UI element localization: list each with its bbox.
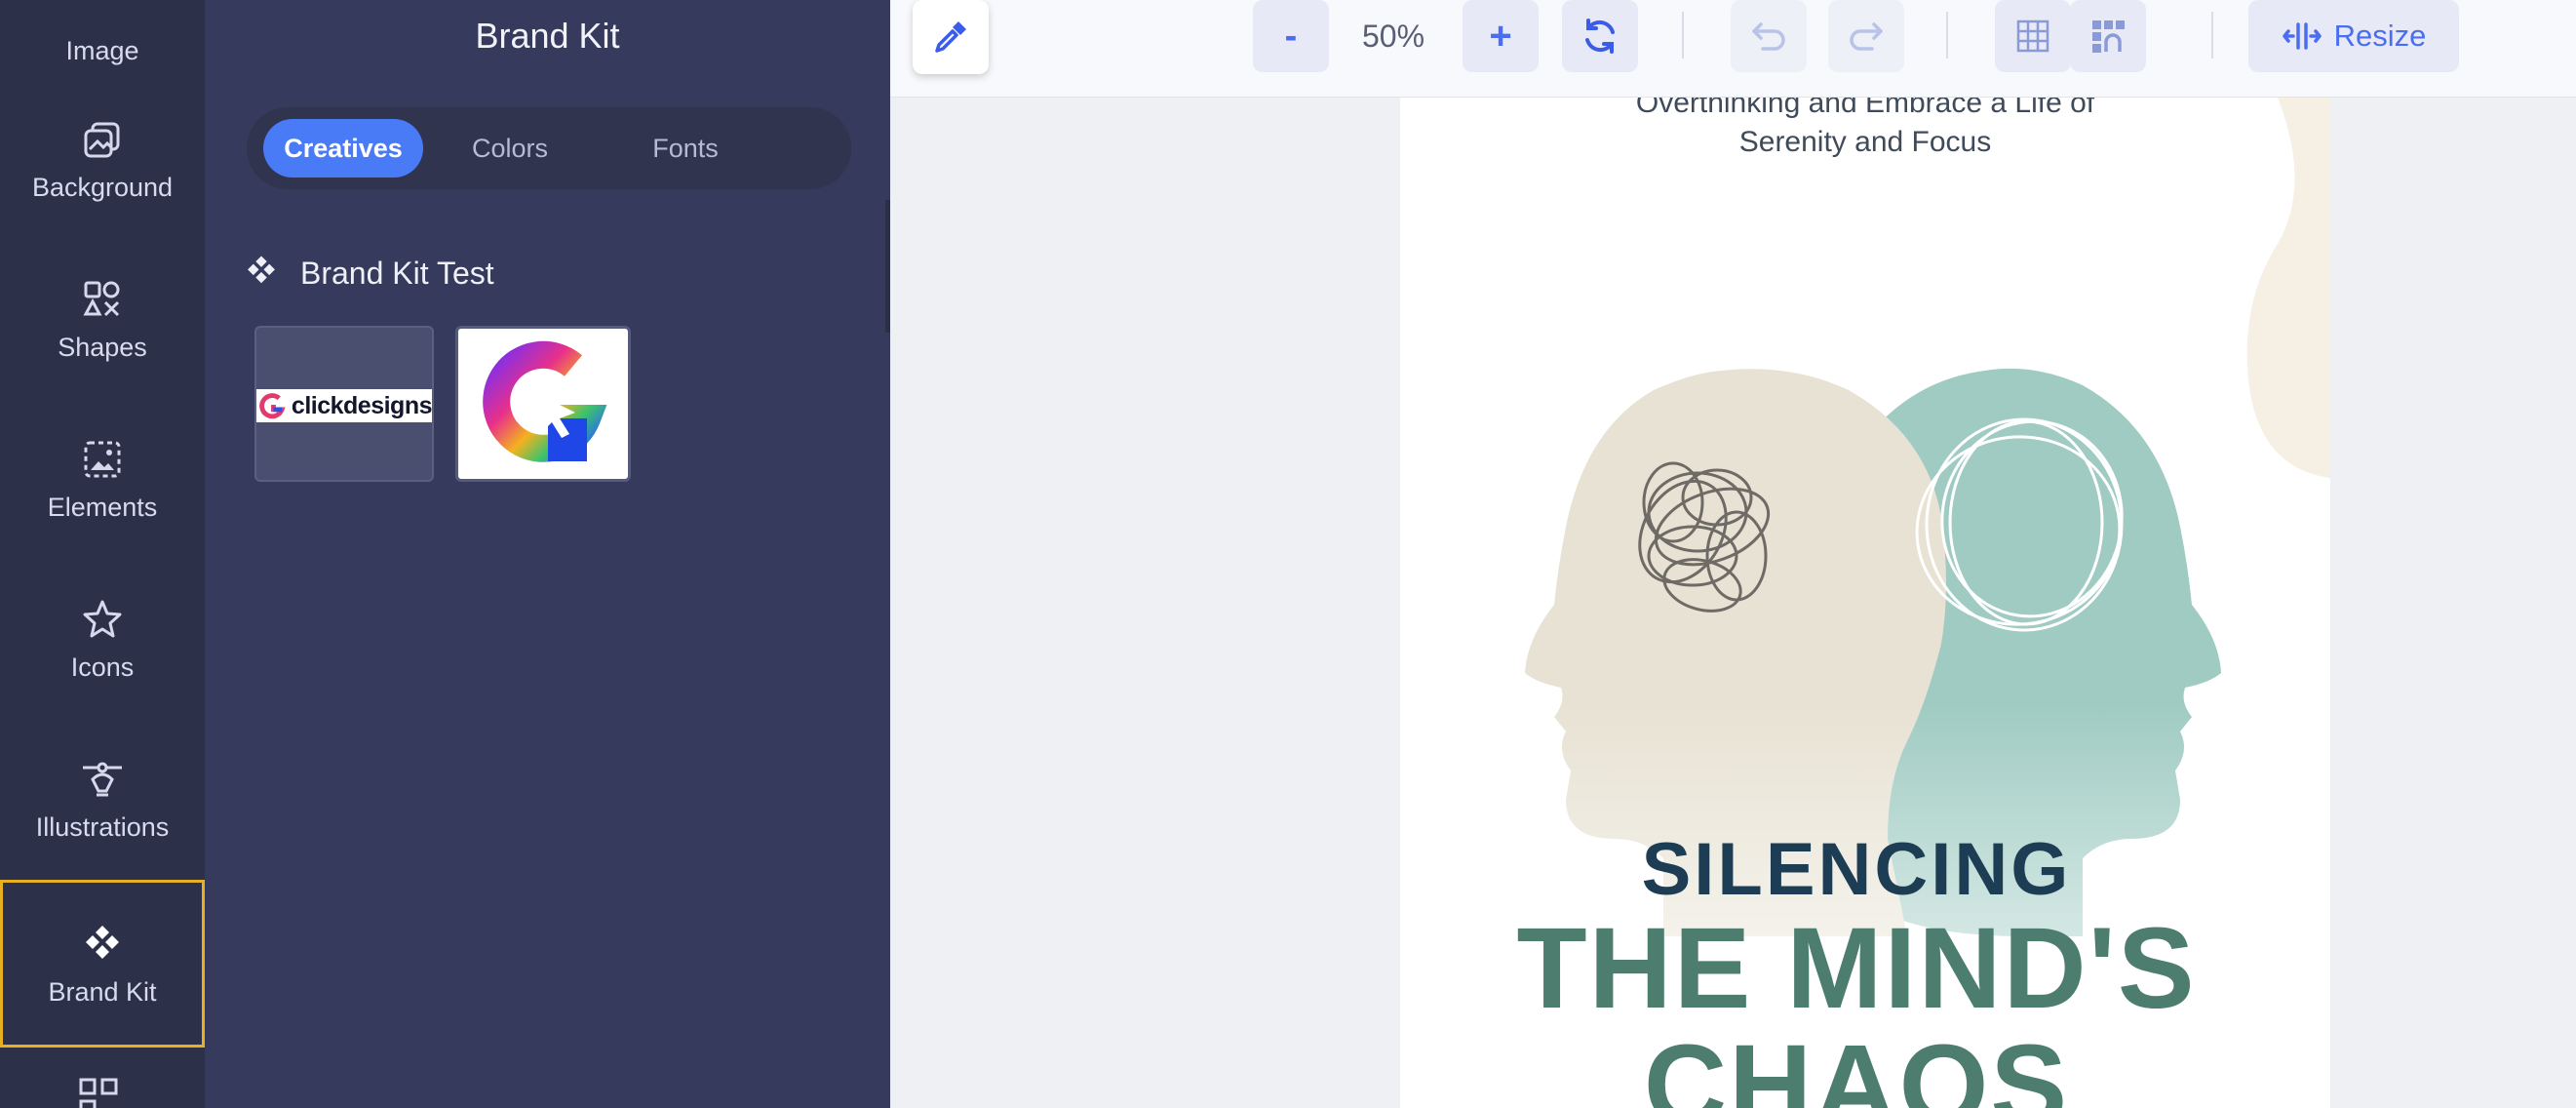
design-canvas[interactable]: Overthinking and Embrace a Life of Seren… bbox=[1400, 98, 2330, 1108]
poster-subtitle-line-2: Serenity and Focus bbox=[1738, 126, 1992, 158]
rail-item-label: Elements bbox=[47, 492, 158, 522]
grid-icon bbox=[2016, 20, 2049, 53]
star-icon bbox=[79, 596, 126, 643]
reset-zoom-button[interactable] bbox=[1562, 0, 1638, 72]
rail-item-brand-kit[interactable]: Brand Kit bbox=[0, 880, 205, 1048]
tab-bar: Creatives Colors Fonts bbox=[247, 107, 851, 189]
brand-wordmark: clickdesigns bbox=[291, 391, 432, 419]
clickdesigns-mark-icon bbox=[259, 393, 286, 419]
left-rail: Image Background Shapes Elements Icons I… bbox=[0, 0, 205, 1108]
canvas-toolbar: - 50% + Resize bbox=[890, 0, 2576, 98]
zoom-out-button[interactable]: - bbox=[1253, 0, 1329, 72]
magnet-grid-icon bbox=[2092, 20, 2125, 53]
brand-kit-panel: Brand Kit Creatives Colors Fonts Brand K… bbox=[205, 0, 926, 1108]
poster-subtitle: Overthinking and Embrace a Life of Seren… bbox=[1400, 98, 2330, 162]
rail-item-label: Background bbox=[31, 172, 174, 202]
elements-icon bbox=[79, 436, 126, 483]
rail-item-label: Icons bbox=[70, 652, 135, 682]
redo-button[interactable] bbox=[1828, 0, 1904, 72]
redo-icon bbox=[1850, 22, 1883, 51]
tab-fonts[interactable]: Fonts bbox=[617, 119, 754, 178]
qr-grid-icon[interactable] bbox=[78, 1077, 121, 1108]
canvas-area: Overthinking and Embrace a Life of Seren… bbox=[890, 0, 2576, 1108]
toolbar-divider bbox=[2211, 12, 2213, 59]
brand-asset-clickdesigns-logo[interactable]: clickdesigns bbox=[254, 326, 434, 482]
background-icon bbox=[79, 116, 126, 163]
snap-guides-button[interactable] bbox=[2070, 0, 2146, 72]
poster-title-line-3: CHAOS bbox=[1643, 1021, 2070, 1108]
rail-item-icons[interactable]: Icons bbox=[0, 558, 205, 720]
refresh-icon bbox=[1585, 19, 1615, 54]
color-picker-button[interactable] bbox=[913, 0, 989, 74]
brand-kit-section-header: Brand Kit Test bbox=[244, 254, 494, 293]
poster-title-line-2: THE MIND'S bbox=[1516, 904, 2197, 1033]
rail-item-elements[interactable]: Elements bbox=[0, 398, 205, 560]
undo-icon bbox=[1752, 22, 1785, 51]
undo-button[interactable] bbox=[1731, 0, 1807, 72]
rail-item-label: Image bbox=[65, 35, 139, 65]
poster-subtitle-line-1: Overthinking and Embrace a Life of bbox=[1635, 98, 2095, 119]
rail-item-illustrations[interactable]: Illustrations bbox=[0, 718, 205, 880]
panel-title: Brand Kit bbox=[475, 16, 620, 56]
shapes-icon bbox=[79, 276, 126, 323]
section-title: Brand Kit Test bbox=[300, 255, 494, 291]
eyedropper-icon bbox=[935, 21, 966, 53]
rail-item-label: Brand Kit bbox=[48, 976, 157, 1007]
zoom-out-label: - bbox=[1284, 15, 1298, 57]
toolbar-divider bbox=[1946, 12, 1948, 59]
resize-button-label: Resize bbox=[2333, 19, 2427, 53]
tab-creatives[interactable]: Creatives bbox=[263, 119, 423, 178]
rail-item-label: Shapes bbox=[58, 332, 147, 362]
poster-title-line-1: SILENCING bbox=[1641, 828, 2072, 911]
logo-mark-icon bbox=[483, 340, 607, 462]
pen-tool-icon bbox=[79, 756, 126, 803]
brand-asset-logo-mark[interactable] bbox=[455, 326, 631, 482]
resize-button[interactable]: Resize bbox=[2248, 0, 2459, 72]
diamond-grid-icon bbox=[244, 254, 279, 294]
grid-toggle-button[interactable] bbox=[1995, 0, 2071, 72]
zoom-in-button[interactable]: + bbox=[1463, 0, 1539, 72]
toolbar-divider bbox=[1682, 12, 1684, 59]
rail-item-shapes[interactable]: Shapes bbox=[0, 238, 205, 400]
rail-item-label: Illustrations bbox=[35, 811, 170, 842]
zoom-level: 50% bbox=[1361, 19, 1425, 54]
rail-item-background[interactable]: Background bbox=[0, 78, 205, 240]
tab-colors[interactable]: Colors bbox=[442, 119, 578, 178]
zoom-in-label: + bbox=[1489, 14, 1512, 58]
image-icon bbox=[79, 0, 126, 26]
diamond-grid-icon bbox=[79, 921, 126, 968]
resize-horizontal-icon bbox=[2282, 22, 2322, 50]
